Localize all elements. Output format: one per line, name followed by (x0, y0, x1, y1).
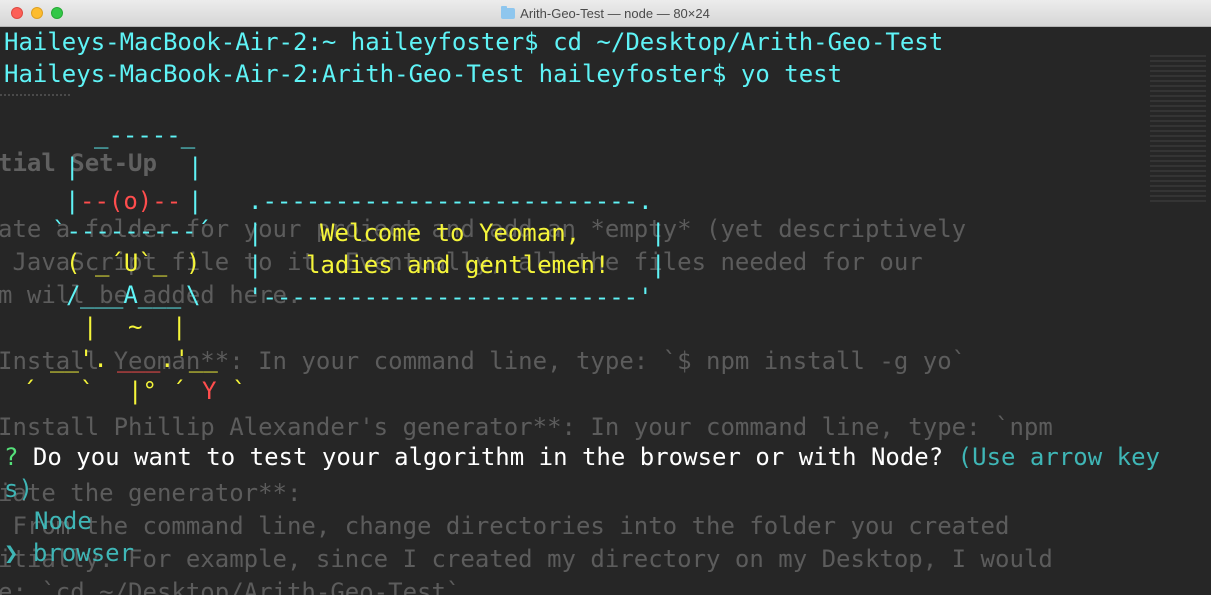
question-text: Do you want to test your algorithm in th… (32, 443, 944, 471)
yeoman-shoulder-right: ) (186, 249, 201, 277)
yeoman-leg-right: | (172, 313, 187, 341)
background-line: e: `cd ~/Desktop/Arith-Geo-Test` (0, 578, 461, 595)
yeoman-feet-right: .'__ (160, 345, 218, 373)
option-browser-label: browser (32, 539, 135, 567)
yeoman-hat: _-----_ (94, 121, 196, 149)
prompt-hint-wrap: s) (4, 475, 33, 503)
prompt-question: ? Do you want to test your algorithm in … (4, 441, 1160, 473)
background-line: itially. For example, since I created my… (0, 545, 1053, 573)
yeoman-arm-left: / (66, 281, 81, 309)
yeoman-ground-mid: |° ´ (128, 377, 186, 405)
command-line-cd: Haileys-MacBook-Air-2:~ haileyfoster$ cd… (4, 28, 944, 56)
yeoman-ground-right: ` (232, 377, 247, 405)
folder-icon (501, 6, 516, 19)
bubble-left-border: | (248, 219, 263, 247)
yeoman-head-right: | (188, 153, 203, 181)
title-bar[interactable]: Arith-Geo-Test — node — 80×24 (0, 0, 1211, 27)
question-mark: ? (4, 443, 19, 471)
yeoman-belt: ___A___ (80, 281, 182, 309)
background-line: Install Phillip Alexander's generator**:… (0, 413, 1053, 441)
yeoman-chin: `---------´ (52, 217, 211, 245)
background-rule (0, 94, 70, 96)
yeoman-shoulder-left: ( (66, 249, 81, 277)
yeoman-body: _´U`_ (95, 249, 168, 277)
yeoman-eye-left: | (65, 187, 80, 215)
yeoman-ground-left: ´ ` (22, 377, 95, 405)
background-line: From the command line, change directorie… (0, 512, 1010, 540)
bubble-left-border: | (248, 251, 263, 279)
option-browser[interactable]: ❯ browser (4, 537, 134, 569)
yeoman-leg-left: | (83, 313, 98, 341)
terminal-window: Arith-Geo-Test — node — 80×24 tial Set-U… (0, 0, 1211, 595)
welcome-message-line1: Welcome to Yeoman, (320, 219, 581, 247)
yeoman-head-left: | (65, 153, 80, 181)
window-title-text: Arith-Geo-Test — node — 80×24 (520, 6, 710, 21)
yeoman-tilde: ~ (128, 313, 143, 341)
yeoman-feet-mid: ___ (117, 345, 161, 373)
bubble-top-border: .--------------------------. (248, 187, 653, 215)
yeoman-eye: --(o)-- (80, 187, 182, 215)
yeoman-feet-left: __'. (50, 345, 108, 373)
yeoman-ground-y: Y (202, 377, 217, 405)
command-line-yo: Haileys-MacBook-Air-2:Arith-Geo-Test hai… (4, 60, 843, 88)
welcome-message-line2: ladies and gentlemen! (306, 251, 610, 279)
bubble-right-border: | (651, 251, 666, 279)
yeoman-eye-right: | (188, 187, 203, 215)
background-thumbnail (1150, 55, 1206, 205)
terminal-content[interactable]: tial Set-Up ate a folder for your projec… (0, 27, 1211, 595)
yeoman-arm-right: \ (186, 281, 201, 309)
window-title: Arith-Geo-Test — node — 80×24 (0, 6, 1211, 21)
selection-pointer-icon: ❯ (4, 539, 19, 567)
prompt-hint: (Use arrow key (957, 443, 1160, 471)
option-node[interactable]: Node (34, 505, 92, 537)
bubble-right-border: | (651, 219, 666, 247)
bubble-bottom-border: '--------------------------' (248, 283, 653, 311)
